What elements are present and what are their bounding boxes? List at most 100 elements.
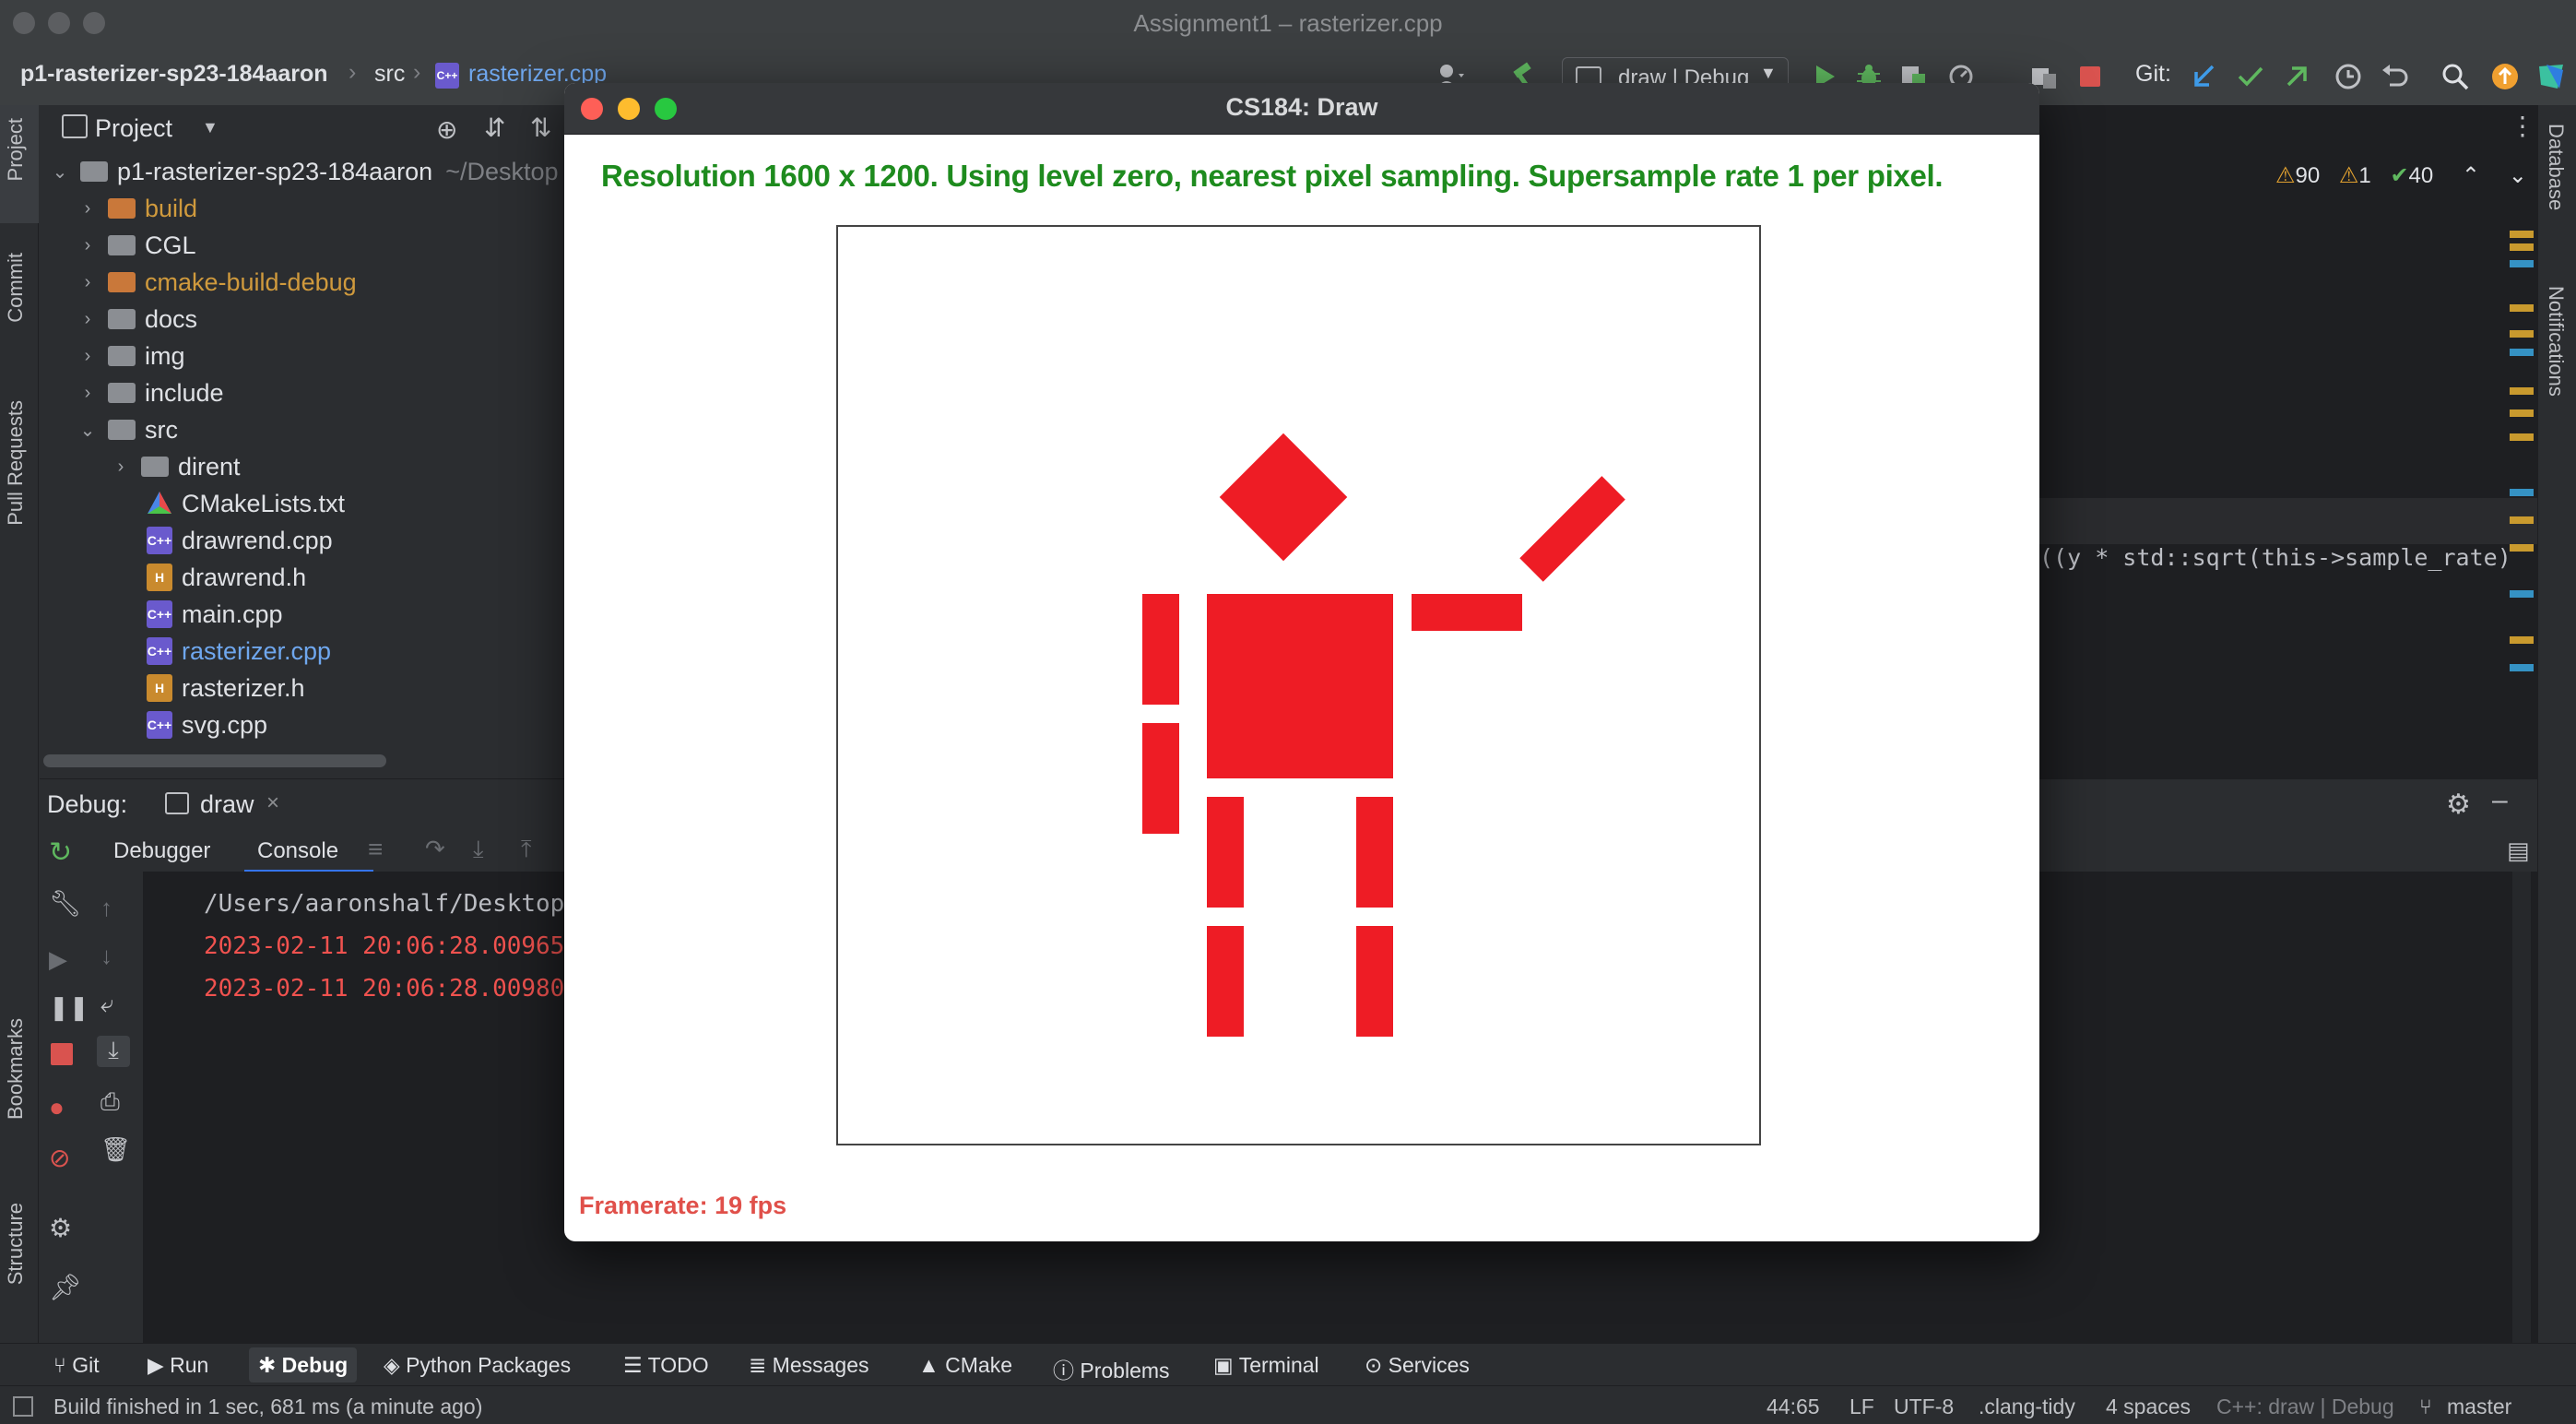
tool-button-services[interactable]: ⊙ Services	[1365, 1353, 1470, 1378]
gear-icon[interactable]: ⚙	[49, 1213, 77, 1242]
scroll-to-end-icon[interactable]: ⤓	[97, 1036, 130, 1067]
tree-row-rasterizer-cpp[interactable]: C++ rasterizer.cpp	[147, 633, 331, 670]
tree-row-dirent[interactable]: › dirent	[110, 448, 241, 485]
previous-highlight-icon[interactable]: ⌃	[2462, 163, 2480, 188]
jetbrains-ai-icon[interactable]	[2535, 61, 2567, 92]
git-commit-check-icon[interactable]	[2235, 61, 2266, 92]
error-stripe-mark[interactable]	[2510, 489, 2534, 496]
more-options-icon[interactable]: ⋮	[2510, 111, 2535, 141]
draw-window-titlebar[interactable]: CS184: Draw	[564, 83, 2039, 135]
status-message[interactable]: Build finished in 1 sec, 681 ms (a minut…	[53, 1394, 482, 1419]
locate-target-icon[interactable]: ⊕	[436, 114, 457, 145]
tree-row-root[interactable]: ⌄ p1-rasterizer-sp23-184aaron ~/Desktop	[49, 153, 559, 190]
chevron-right-icon[interactable]: ›	[77, 309, 99, 330]
tree-row-cgl[interactable]: › CGL	[77, 227, 196, 264]
chevron-right-icon[interactable]: ›	[77, 198, 99, 220]
tool-tab-structure[interactable]: Structure	[4, 1203, 28, 1285]
rerun-icon[interactable]: ↻	[49, 837, 77, 868]
git-push-arrow-icon[interactable]	[2281, 61, 2312, 92]
error-stripe-mark[interactable]	[2510, 330, 2534, 338]
search-icon[interactable]	[2440, 61, 2471, 92]
tool-tab-pull-requests[interactable]: Pull Requests	[4, 400, 28, 526]
minimize-panel-icon[interactable]: –	[2492, 785, 2508, 816]
pin-icon[interactable]: 📌︎	[49, 1272, 82, 1301]
tree-row-docs[interactable]: › docs	[77, 301, 197, 338]
tab-debugger[interactable]: Debugger	[113, 838, 210, 864]
chevron-down-icon[interactable]: ▼	[202, 118, 219, 137]
tree-row-cmake-build-debug[interactable]: › cmake-build-debug	[77, 264, 357, 301]
stop-icon[interactable]	[2074, 61, 2106, 92]
tree-row-build[interactable]: › build	[77, 190, 197, 227]
error-stripe-mark[interactable]	[2510, 590, 2534, 598]
error-stripe-mark[interactable]	[2510, 304, 2534, 312]
pause-icon[interactable]: ❚❚	[49, 993, 89, 1021]
tab-console[interactable]: Console	[257, 838, 338, 864]
project-panel-title[interactable]: Project	[95, 114, 172, 143]
error-stripe-mark[interactable]	[2510, 433, 2534, 441]
tree-row-drawrend-h[interactable]: H drawrend.h	[147, 559, 306, 596]
tree-row-src[interactable]: ⌄ src	[77, 411, 178, 448]
chevron-down-icon[interactable]: ⌄	[77, 419, 99, 442]
chevron-right-icon[interactable]: ›	[77, 235, 99, 256]
step-into-icon[interactable]: ⤓	[473, 835, 484, 864]
expand-all-icon[interactable]: ⇵	[484, 113, 505, 143]
stop-icon[interactable]	[51, 1043, 73, 1065]
toggle-panels-icon[interactable]	[13, 1396, 33, 1417]
tool-tab-database[interactable]: Database	[2544, 124, 2568, 210]
tree-row-include[interactable]: › include	[77, 374, 224, 411]
history-clock-icon[interactable]	[2333, 61, 2364, 92]
cs184-draw-window[interactable]: CS184: Draw Resolution 1600 x 1200. Usin…	[564, 83, 2039, 1241]
svg-canvas[interactable]	[836, 225, 1761, 1145]
file-encoding[interactable]: UTF-8	[1894, 1394, 1954, 1419]
debug-session-tab[interactable]: draw	[200, 790, 254, 819]
tree-row-main-cpp[interactable]: C++ main.cpp	[147, 596, 283, 633]
tool-tab-bookmarks[interactable]: Bookmarks	[4, 1018, 28, 1120]
print-icon[interactable]: ⎙	[100, 1087, 128, 1115]
mute-breakpoints-icon[interactable]: ⊘	[49, 1143, 77, 1172]
indent-setting[interactable]: 4 spaces	[2106, 1394, 2191, 1419]
collapse-all-icon[interactable]: ⇅	[530, 113, 551, 143]
error-stripe-mark[interactable]	[2510, 516, 2534, 524]
error-stripe-mark[interactable]	[2510, 409, 2534, 417]
rollback-icon[interactable]	[2379, 61, 2410, 92]
error-stripe-mark[interactable]	[2510, 231, 2534, 238]
horizontal-scrollbar[interactable]	[43, 754, 386, 767]
tree-row-svg-cpp[interactable]: C++ svg.cpp	[147, 706, 267, 743]
tool-button-messages[interactable]: ≣ Messages	[749, 1353, 869, 1378]
tool-button-todo[interactable]: ☰ TODO	[623, 1353, 709, 1378]
frames-list-icon[interactable]: ≡	[368, 835, 383, 864]
wrench-icon[interactable]: 🔧︎	[49, 888, 82, 918]
inspection-widget[interactable]: ⚠90 ⚠1 ✔40 ⌃ ⌄	[2275, 162, 2527, 189]
tree-row-rasterizer-h[interactable]: H rasterizer.h	[147, 670, 305, 706]
tool-tab-project[interactable]: Project	[4, 118, 28, 181]
chevron-right-icon[interactable]: ›	[77, 346, 99, 367]
chevron-right-icon[interactable]: ›	[110, 457, 132, 478]
error-stripe-mark[interactable]	[2510, 349, 2534, 356]
resolve-context[interactable]: C++: draw | Debug	[2216, 1394, 2394, 1419]
git-update-arrow-icon[interactable]	[2189, 61, 2220, 92]
linter-status[interactable]: .clang-tidy	[1979, 1394, 2075, 1419]
tool-button-python-packages[interactable]: ◈ Python Packages	[384, 1353, 571, 1378]
tree-row-drawrend-cpp[interactable]: C++ drawrend.cpp	[147, 522, 333, 559]
layout-settings-icon[interactable]: ▤	[2507, 837, 2530, 865]
chevron-right-icon[interactable]: ›	[77, 272, 99, 293]
tool-button-cmake[interactable]: ▲ CMake	[918, 1353, 1012, 1378]
error-stripe-mark[interactable]	[2510, 260, 2534, 267]
tool-button-debug[interactable]: ✱ Debug	[249, 1347, 358, 1382]
up-arrow-icon[interactable]: ↑	[100, 894, 128, 921]
error-stripe-mark[interactable]	[2510, 243, 2534, 251]
tool-button-problems[interactable]: ⓘ Problems	[1053, 1353, 1170, 1384]
tree-row-cmakelists[interactable]: CMakeLists.txt	[147, 485, 345, 522]
tool-button-run[interactable]: ▶ Run	[148, 1353, 208, 1378]
step-out-icon[interactable]: ⤒	[521, 835, 532, 864]
code-line[interactable]: ((y * std::sqrt(this->sample_rate)	[2039, 544, 2511, 571]
tool-tab-commit[interactable]: Commit	[4, 253, 28, 323]
gear-icon[interactable]: ⚙	[2446, 789, 2471, 821]
vertical-scrollbar[interactable]	[2512, 872, 2531, 1344]
error-stripe-mark[interactable]	[2510, 387, 2534, 395]
git-branch[interactable]: master	[2447, 1394, 2511, 1419]
soft-wrap-icon[interactable]: ⤶	[100, 990, 128, 1017]
breadcrumb-src[interactable]: src	[374, 61, 405, 88]
chevron-right-icon[interactable]: ›	[77, 383, 99, 404]
line-separator[interactable]: LF	[1849, 1394, 1874, 1419]
